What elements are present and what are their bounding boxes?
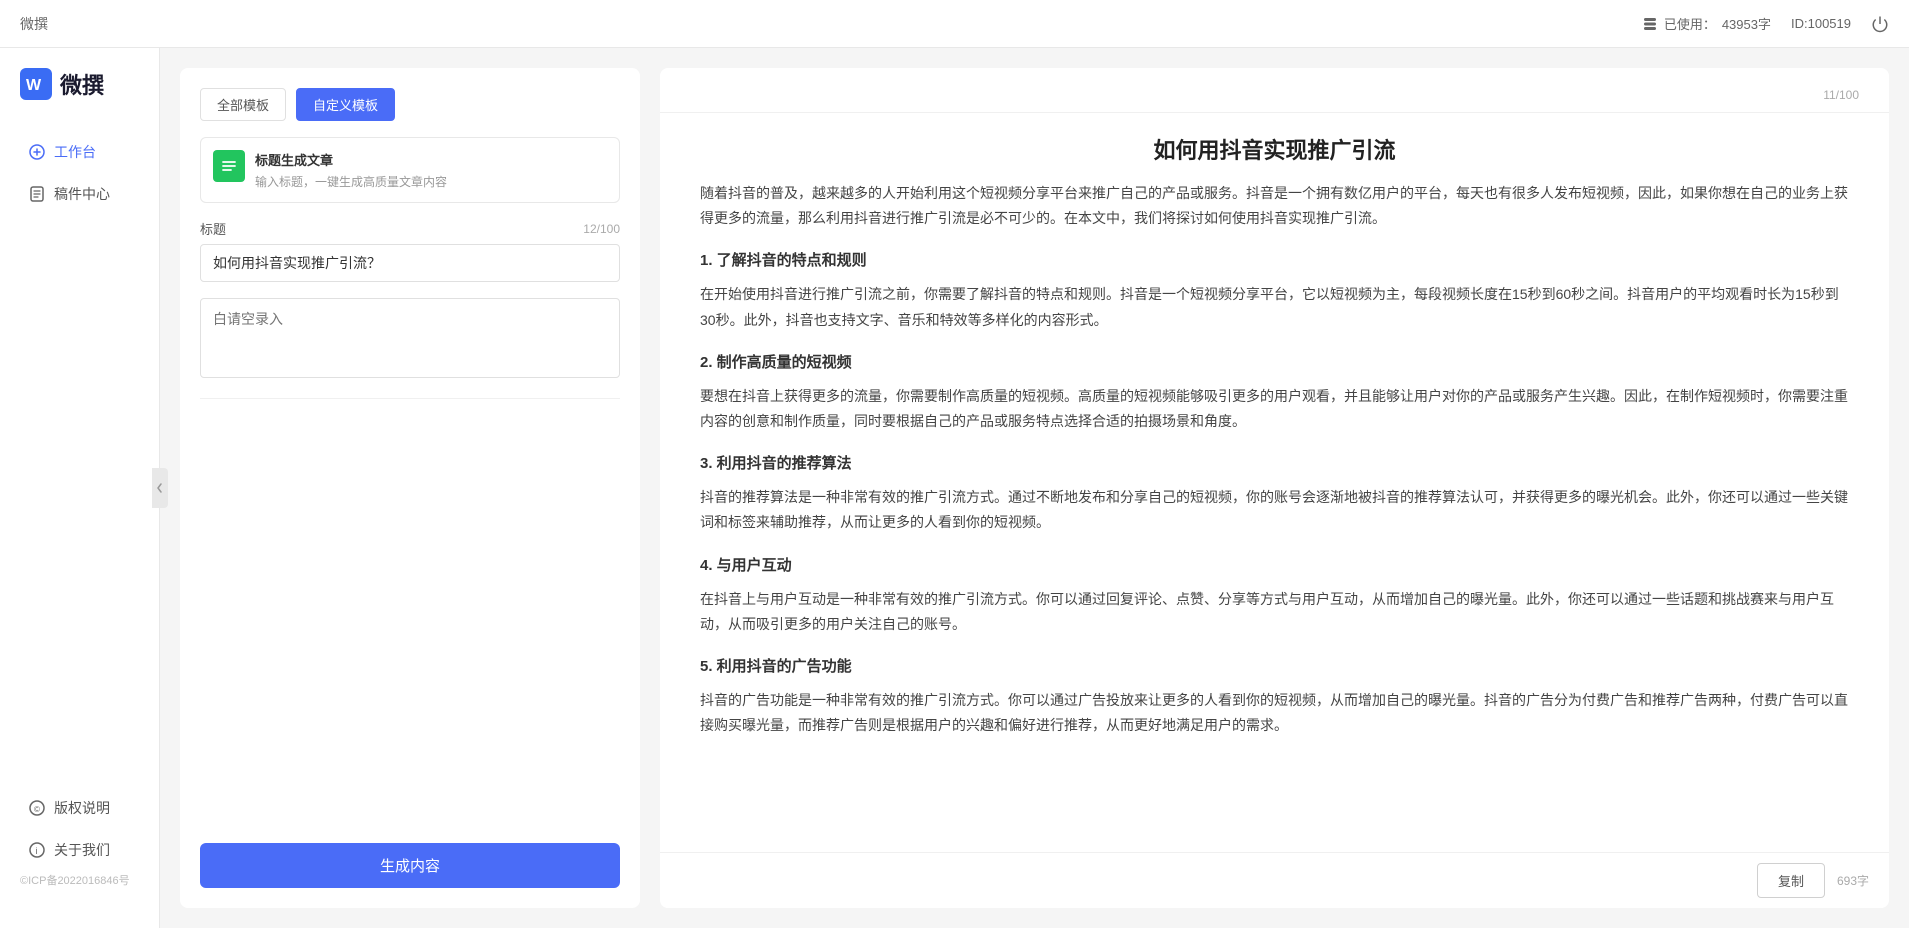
sidebar-item-label-workbench: 工作台 xyxy=(54,142,96,162)
generate-button[interactable]: 生成内容 xyxy=(200,843,620,888)
topbar-id: ID:100519 xyxy=(1791,16,1851,31)
article-paragraph: 要想在抖音上获得更多的流量，你需要制作高质量的短视频。高质量的短视频能够吸引更多… xyxy=(700,384,1849,434)
topbar-usage: 已使用： 43953字 xyxy=(1642,14,1771,33)
sidebar-bottom: © 版权说明 i 关于我们 ©ICP备2022016846号 xyxy=(0,776,159,908)
main-layout: W 微撰 工作台 稿件中心 xyxy=(0,48,1909,928)
sidebar-item-about[interactable]: i 关于我们 xyxy=(8,830,151,870)
content-area: 全部模板 自定义模板 标题生成文章 输入标题，一键生成高质量文章内容 标题 xyxy=(160,48,1909,928)
workbench-icon xyxy=(28,143,46,161)
article-heading: 1. 了解抖音的特点和规则 xyxy=(700,247,1849,274)
sidebar-item-drafts[interactable]: 稿件中心 xyxy=(8,174,151,214)
usage-value: 43953字 xyxy=(1722,14,1771,33)
sidebar-item-label-drafts: 稿件中心 xyxy=(54,184,110,204)
template-card-title: 标题生成文章 xyxy=(255,150,607,169)
svg-text:©: © xyxy=(34,805,40,814)
about-icon: i xyxy=(28,841,46,859)
topbar-title: 微撰 xyxy=(20,14,48,34)
sidebar-footer: ©ICP备2022016846号 xyxy=(0,872,159,888)
database-icon xyxy=(1642,16,1658,32)
title-label-row: 标题 12/100 xyxy=(200,219,620,238)
article-heading: 3. 利用抖音的推荐算法 xyxy=(700,450,1849,477)
template-tabs: 全部模板 自定义模板 xyxy=(200,88,620,121)
page-counter: 11/100 xyxy=(1823,88,1859,102)
title-input[interactable] xyxy=(200,244,620,282)
article-paragraph: 在开始使用抖音进行推广引流之前，你需要了解抖音的特点和规则。抖音是一个短视频分享… xyxy=(700,282,1849,332)
left-panel: 全部模板 自定义模板 标题生成文章 输入标题，一键生成高质量文章内容 标题 xyxy=(180,68,640,908)
template-card-desc: 输入标题，一键生成高质量文章内容 xyxy=(255,173,607,190)
sidebar-item-copyright[interactable]: © 版权说明 xyxy=(8,788,151,828)
article-paragraph: 随着抖音的普及，越来越多的人开始利用这个短视频分享平台来推广自己的产品或服务。抖… xyxy=(700,181,1849,231)
sidebar-logo: W 微撰 xyxy=(0,68,159,130)
article-heading: 4. 与用户互动 xyxy=(700,552,1849,579)
article-content: 随着抖音的普及，越来越多的人开始利用这个短视频分享平台来推广自己的产品或服务。抖… xyxy=(660,181,1889,908)
article-title: 如何用抖音实现推广引流 xyxy=(660,113,1889,181)
article-heading: 5. 利用抖音的广告功能 xyxy=(700,653,1849,680)
content-form-group xyxy=(200,298,620,378)
svg-text:W: W xyxy=(26,77,42,94)
sidebar-nav: 工作台 稿件中心 xyxy=(0,130,159,776)
tab-custom-templates[interactable]: 自定义模板 xyxy=(296,88,395,121)
sidebar: W 微撰 工作台 稿件中心 xyxy=(0,48,160,928)
title-form-group: 标题 12/100 xyxy=(200,219,620,282)
article-heading: 2. 制作高质量的短视频 xyxy=(700,349,1849,376)
sidebar-collapse-button[interactable] xyxy=(152,468,168,508)
tab-all-templates[interactable]: 全部模板 xyxy=(200,88,286,121)
topbar-right: 已使用： 43953字 ID:100519 xyxy=(1642,14,1889,33)
svg-text:i: i xyxy=(36,846,38,856)
drafts-icon xyxy=(28,185,46,203)
copy-button[interactable]: 复制 xyxy=(1757,863,1825,898)
article-paragraph: 抖音的推荐算法是一种非常有效的推广引流方式。通过不断地发布和分享自己的短视频，你… xyxy=(700,485,1849,535)
word-count: 693字 xyxy=(1837,872,1869,889)
topbar: 微撰 已使用： 43953字 ID:100519 xyxy=(0,0,1909,48)
title-label: 标题 xyxy=(200,219,226,238)
article-paragraph: 抖音的广告功能是一种非常有效的推广引流方式。你可以通过广告投放来让更多的人看到你… xyxy=(700,688,1849,738)
copyright-icon: © xyxy=(28,799,46,817)
article-paragraph: 在抖音上与用户互动是一种非常有效的推广引流方式。你可以通过回复评论、点赞、分享等… xyxy=(700,587,1849,637)
right-bottom-bar: 复制 693字 xyxy=(660,852,1889,908)
template-card-icon xyxy=(213,150,245,182)
form-divider xyxy=(200,398,620,399)
sidebar-item-workbench[interactable]: 工作台 xyxy=(8,132,151,172)
template-card[interactable]: 标题生成文章 输入标题，一键生成高质量文章内容 xyxy=(200,137,620,203)
right-panel-header: 11/100 xyxy=(660,68,1889,113)
power-icon[interactable] xyxy=(1871,15,1889,33)
title-count: 12/100 xyxy=(583,222,620,236)
logo-text: 微撰 xyxy=(60,68,104,100)
logo-icon: W xyxy=(20,68,52,100)
sidebar-item-label-about: 关于我们 xyxy=(54,840,110,860)
template-card-info: 标题生成文章 输入标题，一键生成高质量文章内容 xyxy=(255,150,607,190)
content-textarea[interactable] xyxy=(200,298,620,378)
sidebar-item-label-copyright: 版权说明 xyxy=(54,798,110,818)
right-panel: 11/100 如何用抖音实现推广引流 随着抖音的普及，越来越多的人开始利用这个短… xyxy=(660,68,1889,908)
usage-label: 已使用： xyxy=(1664,14,1716,33)
